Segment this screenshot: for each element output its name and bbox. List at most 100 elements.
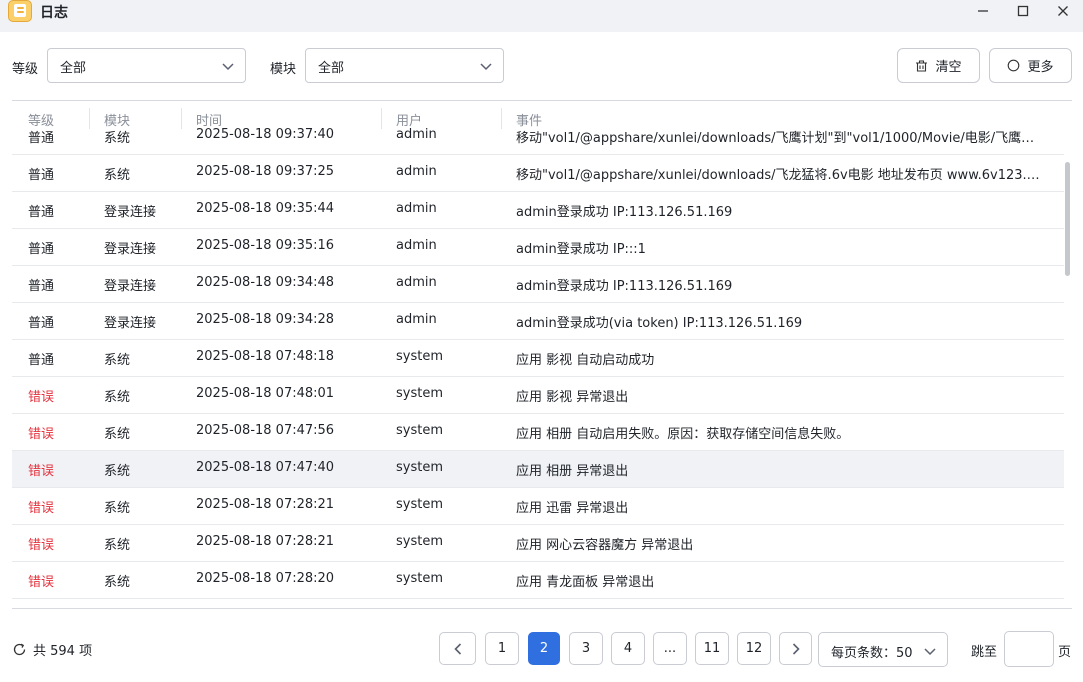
table-row[interactable]: 普通 登录连接 2025-08-18 09:34:28 admin admin登… bbox=[12, 303, 1064, 340]
time-cell: 2025-08-18 07:28:21 bbox=[196, 534, 335, 549]
page-button-3[interactable]: 3 bbox=[569, 632, 603, 665]
table-row[interactable]: 普通 登录连接 2025-08-18 09:34:48 admin admin登… bbox=[12, 266, 1064, 303]
close-icon bbox=[1058, 6, 1068, 16]
user-cell: system bbox=[396, 571, 443, 586]
user-cell: admin bbox=[396, 201, 437, 216]
chevron-left-icon bbox=[453, 642, 461, 655]
page-ellipsis-button[interactable]: ... bbox=[653, 632, 687, 665]
level-cell: 错误 bbox=[28, 464, 55, 479]
time-cell: 2025-08-18 09:34:28 bbox=[196, 312, 335, 327]
table-row[interactable]: 错误 系统 2025-08-18 07:28:21 system 应用 迅雷 异… bbox=[12, 488, 1064, 525]
event-cell: 应用 相册 自动启用失败。原因：获取存储空间信息失败。 bbox=[516, 427, 850, 442]
table-row[interactable]: 普通 登录连接 2025-08-18 09:35:44 admin admin登… bbox=[12, 192, 1064, 229]
time-cell: 2025-08-18 07:48:01 bbox=[196, 386, 335, 401]
event-cell: 应用 相册 异常退出 bbox=[516, 464, 629, 479]
level-cell: 错误 bbox=[28, 390, 55, 405]
level-cell: 错误 bbox=[28, 427, 55, 442]
clear-button[interactable]: 清空 bbox=[897, 48, 980, 83]
page-button-2-current[interactable]: 2 bbox=[528, 632, 560, 665]
user-cell: admin bbox=[396, 238, 437, 253]
table-row[interactable]: 普通 登录连接 2025-08-18 09:35:16 admin admin登… bbox=[12, 229, 1064, 266]
time-cell: 2025-08-18 09:37:40 bbox=[196, 128, 335, 142]
module-cell: 系统 bbox=[104, 353, 131, 368]
clear-button-label: 清空 bbox=[935, 60, 962, 75]
more-button-label: 更多 bbox=[1027, 60, 1054, 75]
column-separator bbox=[381, 108, 382, 129]
user-cell: admin bbox=[396, 128, 437, 142]
minimize-button[interactable] bbox=[963, 0, 1003, 22]
chevron-down-icon bbox=[222, 63, 234, 71]
module-cell: 登录连接 bbox=[104, 316, 157, 331]
table-row[interactable]: 普通 系统 2025-08-18 07:48:18 system 应用 影视 自… bbox=[12, 340, 1064, 377]
event-cell: 应用 迅雷 异常退出 bbox=[516, 501, 629, 516]
trash-icon bbox=[916, 60, 928, 72]
level-cell: 普通 bbox=[28, 353, 55, 368]
event-cell: admin登录成功 IP:113.126.51.169 bbox=[516, 205, 733, 220]
next-page-button[interactable] bbox=[779, 632, 812, 665]
circle-icon bbox=[1008, 59, 1020, 72]
event-cell: 移动"vol1/@appshare/xunlei/downloads/飞鹰计划"… bbox=[516, 131, 1044, 146]
table-row[interactable]: 错误 系统 2025-08-18 07:47:56 system 应用 相册 自… bbox=[12, 414, 1064, 451]
close-button[interactable] bbox=[1043, 0, 1083, 22]
level-select[interactable]: 全部 bbox=[47, 48, 246, 83]
table-row[interactable]: 普通 系统 2025-08-18 09:37:40 admin 移动"vol1/… bbox=[12, 128, 1064, 155]
table-scrollbar[interactable] bbox=[1065, 162, 1070, 276]
chevron-down-icon bbox=[480, 63, 492, 71]
user-cell: admin bbox=[396, 275, 437, 290]
time-cell: 2025-08-18 09:37:25 bbox=[196, 164, 335, 179]
page-button-11[interactable]: 11 bbox=[695, 632, 729, 665]
module-select[interactable]: 全部 bbox=[305, 48, 504, 83]
level-cell: 错误 bbox=[28, 501, 55, 516]
jump-page-input[interactable] bbox=[1004, 631, 1054, 667]
table-row[interactable]: 错误 系统 2025-08-18 07:28:20 system 应用 青龙面板… bbox=[12, 562, 1064, 599]
title-bar: 日志 bbox=[0, 0, 1083, 32]
event-cell: 应用 网心云容器魔方 异常退出 bbox=[516, 538, 694, 553]
minimize-icon bbox=[978, 10, 988, 12]
module-cell: 系统 bbox=[104, 501, 131, 516]
maximize-button[interactable] bbox=[1003, 0, 1043, 22]
user-cell: admin bbox=[396, 164, 437, 179]
total-count-label: 共 594 项 bbox=[33, 644, 93, 659]
module-cell: 系统 bbox=[104, 575, 131, 590]
page-button-4[interactable]: 4 bbox=[611, 632, 645, 665]
event-cell: admin登录成功 IP:::1 bbox=[516, 242, 646, 257]
event-cell: 应用 青龙面板 异常退出 bbox=[516, 575, 655, 590]
level-cell: 错误 bbox=[28, 575, 55, 590]
table-row[interactable]: 错误 系统 2025-08-18 07:28:21 system 应用 网心云容… bbox=[12, 525, 1064, 562]
level-cell: 普通 bbox=[28, 316, 55, 331]
prev-page-button[interactable] bbox=[439, 632, 476, 665]
column-header-level[interactable]: 等级 bbox=[28, 110, 54, 129]
module-select-value: 全部 bbox=[318, 61, 345, 76]
table-row[interactable]: 普通 系统 2025-08-18 09:37:25 admin 移动"vol1/… bbox=[12, 155, 1064, 192]
event-cell: admin登录成功(via token) IP:113.126.51.169 bbox=[516, 316, 803, 331]
page-size-select[interactable]: 每页条数：50 bbox=[818, 632, 948, 667]
column-header-user[interactable]: 用户 bbox=[396, 110, 422, 129]
module-cell: 登录连接 bbox=[104, 242, 157, 257]
column-header-module[interactable]: 模块 bbox=[104, 110, 130, 129]
level-cell: 普通 bbox=[28, 131, 55, 146]
level-cell: 普通 bbox=[28, 242, 55, 257]
time-cell: 2025-08-18 07:47:56 bbox=[196, 423, 335, 438]
table-row-hovered[interactable]: 错误 系统 2025-08-18 07:47:40 system 应用 相册 异… bbox=[12, 451, 1064, 488]
page-button-1[interactable]: 1 bbox=[485, 632, 519, 665]
window-title: 日志 bbox=[40, 5, 68, 21]
module-cell: 系统 bbox=[104, 464, 131, 479]
jump-label: 跳至 bbox=[971, 645, 998, 660]
table-row[interactable]: 错误 系统 2025-08-18 07:48:01 system 应用 影视 异… bbox=[12, 377, 1064, 414]
maximize-icon bbox=[1017, 5, 1029, 17]
module-cell: 系统 bbox=[104, 538, 131, 553]
column-header-time[interactable]: 时间 bbox=[196, 110, 222, 129]
log-table-body[interactable]: 普通 系统 2025-08-18 09:37:40 admin 移动"vol1/… bbox=[12, 128, 1064, 606]
bottom-divider bbox=[12, 608, 1072, 609]
more-button[interactable]: 更多 bbox=[989, 48, 1072, 83]
time-cell: 2025-08-18 07:28:21 bbox=[196, 497, 335, 512]
time-cell: 2025-08-18 09:34:48 bbox=[196, 275, 335, 290]
user-cell: admin bbox=[396, 312, 437, 327]
page-button-12[interactable]: 12 bbox=[737, 632, 771, 665]
refresh-icon[interactable] bbox=[12, 642, 27, 657]
level-cell: 错误 bbox=[28, 538, 55, 553]
column-header-event[interactable]: 事件 bbox=[516, 110, 542, 129]
time-cell: 2025-08-18 07:47:40 bbox=[196, 460, 335, 475]
module-cell: 系统 bbox=[104, 390, 131, 405]
module-cell: 登录连接 bbox=[104, 205, 157, 220]
